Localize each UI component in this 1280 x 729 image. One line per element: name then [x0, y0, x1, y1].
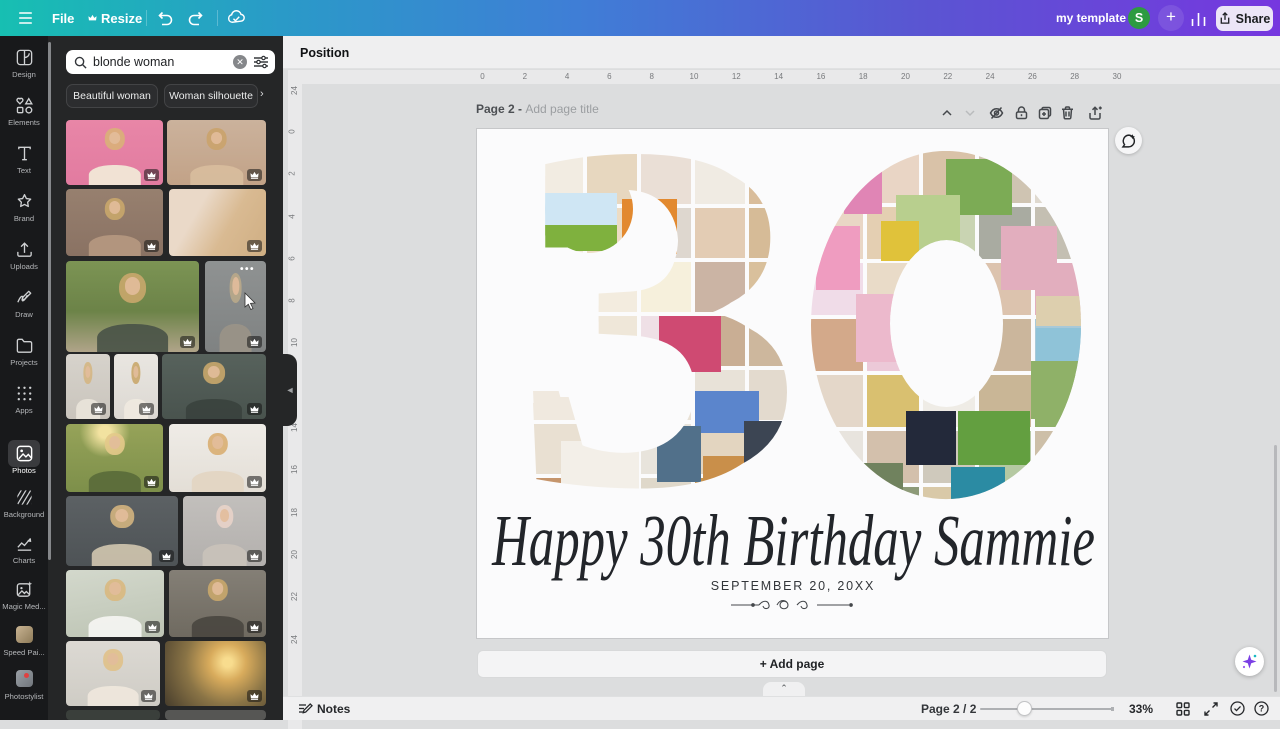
svg-text:Happy 30th Birthday Sammie: Happy 30th Birthday Sammie [491, 500, 1095, 581]
svg-text:SEPTEMBER 20, 20XX: SEPTEMBER 20, 20XX [711, 579, 875, 593]
svg-text:?: ? [1259, 704, 1265, 714]
